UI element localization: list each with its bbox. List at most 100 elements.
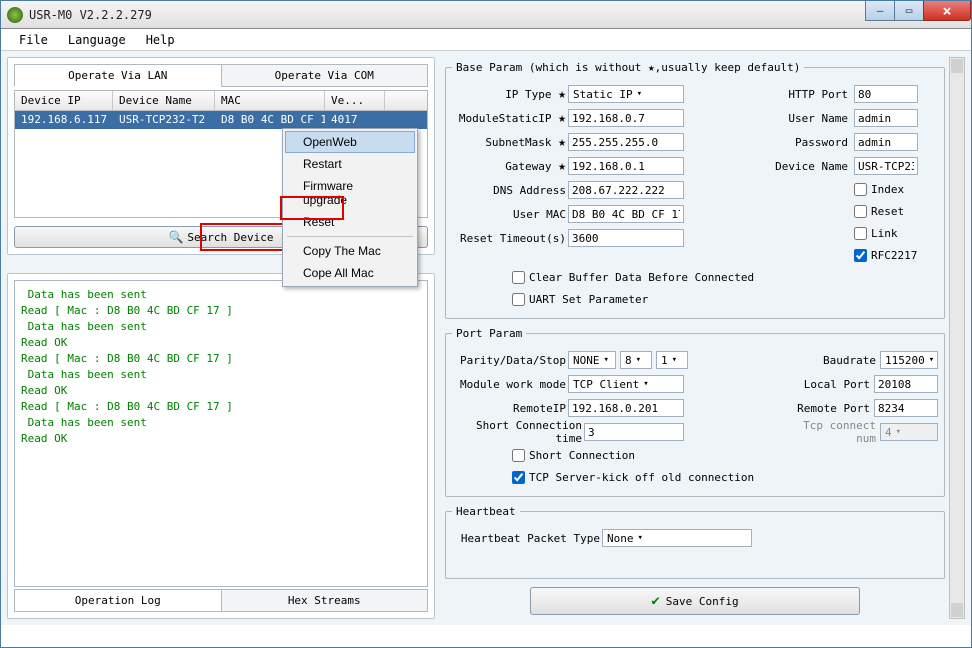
- remoteport-input[interactable]: [874, 399, 938, 417]
- window-title: USR-M0 V2.2.2.279: [29, 8, 971, 22]
- content: Operate Via LAN Operate Via COM Device I…: [1, 51, 971, 625]
- remoteip-input[interactable]: [568, 399, 684, 417]
- static-ip-input[interactable]: [568, 109, 684, 127]
- uart-set-label: UART Set Parameter: [529, 293, 648, 306]
- log-line: Data has been sent: [21, 287, 421, 303]
- reset-timeout-label: Reset Timeout(s): [452, 232, 568, 245]
- log-panel: Data has been sentRead [ Mac : D8 B0 4C …: [7, 273, 435, 619]
- device-name-label: Device Name: [768, 160, 848, 173]
- rfc-label: RFC2217: [871, 249, 917, 262]
- menu-copy-mac[interactable]: Copy The Mac: [285, 240, 415, 262]
- reset-label: Reset: [871, 205, 904, 218]
- uart-set-checkbox[interactable]: [512, 293, 525, 306]
- menu-file[interactable]: File: [9, 33, 58, 47]
- localport-label: Local Port: [794, 378, 870, 391]
- port-legend: Port Param: [452, 327, 526, 340]
- minimize-button[interactable]: —: [865, 1, 895, 21]
- menu-reset[interactable]: Reset: [285, 211, 415, 233]
- heartbeat-fieldset: Heartbeat Heartbeat Packet Type None▾: [445, 505, 945, 579]
- user-name-label: User Name: [768, 112, 848, 125]
- shortconn-time-input[interactable]: [584, 423, 684, 441]
- menu-cope-all-mac[interactable]: Cope All Mac: [285, 262, 415, 284]
- heartbeat-type-select[interactable]: None▾: [602, 529, 752, 547]
- log-line: Read OK: [21, 383, 421, 399]
- td-mac: D8 B0 4C BD CF 17: [215, 111, 325, 129]
- menu-restart[interactable]: Restart: [285, 153, 415, 175]
- remoteport-label: Remote Port: [794, 402, 870, 415]
- right-scrollbar[interactable]: [949, 57, 965, 619]
- workmode-label: Module work mode: [452, 378, 568, 391]
- log-line: Data has been sent: [21, 367, 421, 383]
- td-ip: 192.168.6.117: [15, 111, 113, 129]
- table-header: Device IP Device Name MAC Ve...: [15, 91, 427, 111]
- link-checkbox[interactable]: [854, 227, 867, 240]
- index-checkbox[interactable]: [854, 183, 867, 196]
- clear-buffer-checkbox[interactable]: [512, 271, 525, 284]
- table-row[interactable]: 192.168.6.117 USR-TCP232-T2 D8 B0 4C BD …: [15, 111, 427, 129]
- http-port-label: HTTP Port: [768, 88, 848, 101]
- app-icon: [7, 7, 23, 23]
- th-ver[interactable]: Ve...: [325, 91, 385, 110]
- kick-label: TCP Server-kick off old connection: [529, 471, 754, 484]
- th-ip[interactable]: Device IP: [15, 91, 113, 110]
- base-legend: Base Param (which is without ★,usually k…: [452, 61, 804, 74]
- tab-operation-log[interactable]: Operation Log: [14, 589, 222, 612]
- tab-lan[interactable]: Operate Via LAN: [14, 64, 222, 87]
- window-buttons: — ▭ ×: [866, 1, 971, 21]
- td-name: USR-TCP232-T2: [113, 111, 215, 129]
- right-panel: Base Param (which is without ★,usually k…: [441, 57, 965, 619]
- subnet-input[interactable]: [568, 133, 684, 151]
- heartbeat-legend: Heartbeat: [452, 505, 520, 518]
- databits-select[interactable]: 8▾: [620, 351, 652, 369]
- th-mac[interactable]: MAC: [215, 91, 325, 110]
- ip-type-select[interactable]: Static IP▾: [568, 85, 684, 103]
- link-label: Link: [871, 227, 898, 240]
- user-name-input[interactable]: [854, 109, 918, 127]
- log-line: Read OK: [21, 335, 421, 351]
- log-line: Data has been sent: [21, 319, 421, 335]
- rfc2217-checkbox[interactable]: [854, 249, 867, 262]
- save-label: Save Config: [666, 595, 739, 608]
- baudrate-select[interactable]: 115200▾: [880, 351, 938, 369]
- tab-hex-streams[interactable]: Hex Streams: [221, 589, 429, 612]
- log-line: Data has been sent: [21, 415, 421, 431]
- localport-input[interactable]: [874, 375, 938, 393]
- close-button[interactable]: ×: [923, 1, 971, 21]
- gateway-input[interactable]: [568, 157, 684, 175]
- heartbeat-type-label: Heartbeat Packet Type: [452, 532, 602, 545]
- password-input[interactable]: [854, 133, 918, 151]
- parity-label: Parity/Data/Stop: [452, 354, 568, 367]
- http-port-input[interactable]: [854, 85, 918, 103]
- workmode-select[interactable]: TCP Client▾: [568, 375, 684, 393]
- short-conn-label: Short Connection: [529, 449, 635, 462]
- subnet-label: SubnetMask ★: [452, 135, 568, 150]
- menu-firmware[interactable]: Firmware upgrade: [285, 175, 415, 211]
- kick-checkbox[interactable]: [512, 471, 525, 484]
- td-ver: 4017: [325, 111, 385, 129]
- tab-com[interactable]: Operate Via COM: [221, 64, 429, 87]
- menu-language[interactable]: Language: [58, 33, 136, 47]
- index-label: Index: [871, 183, 904, 196]
- dns-input[interactable]: [568, 181, 684, 199]
- log-line: Read [ Mac : D8 B0 4C BD CF 17 ]: [21, 399, 421, 415]
- usermac-input[interactable]: [568, 205, 684, 223]
- menu-openweb[interactable]: OpenWeb: [285, 131, 415, 153]
- gateway-label: Gateway ★: [452, 159, 568, 174]
- clear-buffer-label: Clear Buffer Data Before Connected: [529, 271, 754, 284]
- menu-help[interactable]: Help: [136, 33, 185, 47]
- usermac-label: User MAC: [452, 208, 568, 221]
- dns-label: DNS Address: [452, 184, 568, 197]
- reset-checkbox[interactable]: [854, 205, 867, 218]
- save-config-button[interactable]: ✔ Save Config: [530, 587, 860, 615]
- th-name[interactable]: Device Name: [113, 91, 215, 110]
- log-area[interactable]: Data has been sentRead [ Mac : D8 B0 4C …: [14, 280, 428, 587]
- log-line: Read OK: [21, 431, 421, 447]
- parity-select[interactable]: NONE▾: [568, 351, 616, 369]
- tcpnum-label: Tcp connect num: [800, 419, 876, 445]
- short-connection-checkbox[interactable]: [512, 449, 525, 462]
- device-name-input[interactable]: [854, 157, 918, 175]
- stopbits-select[interactable]: 1▾: [656, 351, 688, 369]
- maximize-button[interactable]: ▭: [894, 1, 924, 21]
- reset-timeout-input[interactable]: [568, 229, 684, 247]
- ip-type-label: IP Type ★: [452, 87, 568, 102]
